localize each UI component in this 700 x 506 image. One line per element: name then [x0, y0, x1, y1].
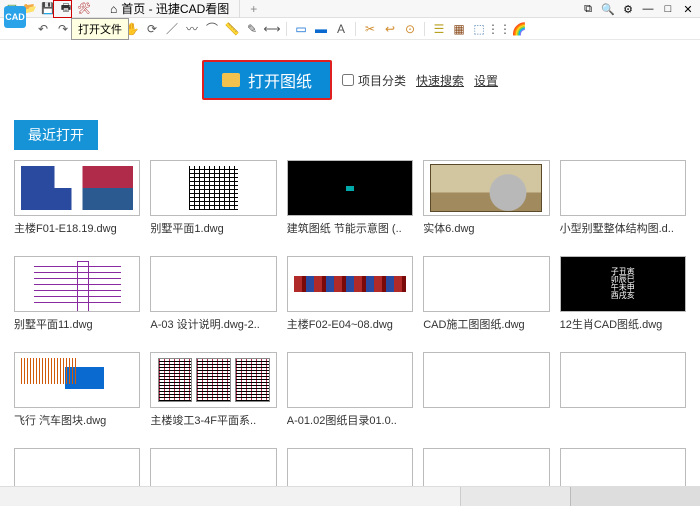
file-name: 别墅平面11.dwg [14, 316, 140, 332]
status-segment [460, 487, 570, 506]
file-name: A-03 设计说明.dwg-2.. [150, 316, 276, 332]
project-category-input[interactable] [342, 74, 354, 86]
file-thumbnail [14, 256, 140, 312]
rotate-icon[interactable]: ⟳ [143, 20, 161, 38]
file-card[interactable]: 小型别墅整体结构图.d.. [560, 160, 686, 250]
file-thumbnail [287, 160, 413, 216]
tab-add-button[interactable]: + [242, 2, 265, 16]
file-card[interactable]: A-03 设计说明.dwg-2.. [150, 256, 276, 346]
gear-icon[interactable]: ⚙ [620, 1, 636, 17]
app-logo: CAD [4, 6, 26, 28]
status-bar [0, 486, 700, 506]
separator [355, 22, 356, 36]
open-drawing-label: 打开图纸 [248, 68, 312, 92]
project-category-label: 项目分类 [358, 72, 406, 89]
file-card[interactable]: 飞行 汽车图块.dwg [14, 352, 140, 442]
home-icon: ⌂ [110, 2, 117, 16]
file-thumbnail [287, 256, 413, 312]
measure-icon[interactable]: 📏 [223, 20, 241, 38]
color-wheel-icon[interactable]: 🌈 [510, 20, 528, 38]
file-name: 飞行 汽车图块.dwg [14, 412, 140, 428]
folder-icon [222, 73, 240, 87]
file-thumbnail [14, 352, 140, 408]
tab-label: 首页 - 迅捷CAD看图 [121, 0, 229, 17]
redo-icon[interactable]: ↷ [54, 20, 72, 38]
open-drawing-button[interactable]: 打开图纸 [202, 60, 332, 100]
separator [424, 22, 425, 36]
file-card[interactable]: CAD施工图图纸.dwg [423, 256, 549, 346]
recent-open-tab[interactable]: 最近打开 [14, 120, 98, 150]
file-thumbnail [150, 352, 276, 408]
tab-home[interactable]: ⌂ 首页 - 迅捷CAD看图 [104, 0, 240, 18]
file-name: 建筑图纸 节能示意图 (.. [287, 220, 413, 236]
draw-tools-icon[interactable]: 🛠 [76, 1, 92, 17]
print-icon[interactable]: 🖶 [58, 1, 74, 17]
content-area: 打开图纸 项目分类 快速搜索 设置 最近打开 主楼F01-E18.19.dwg 别… [0, 42, 700, 506]
3d-icon[interactable]: ⬚ [470, 20, 488, 38]
quick-search-link[interactable]: 快速搜索 [416, 72, 464, 89]
file-name: CAD施工图图纸.dwg [423, 316, 549, 332]
file-name: 实体6.dwg [423, 220, 549, 236]
file-thumbnail [423, 160, 549, 216]
file-card[interactable]: 子丑寅 卯辰巳 午未申 酉戌亥 12生肖CAD图纸.dwg [560, 256, 686, 346]
file-name: 主楼F02-E04~08.dwg [287, 316, 413, 332]
file-name: 主楼F01-E18.19.dwg [14, 220, 140, 236]
file-thumbnail [560, 352, 686, 408]
file-thumbnail [150, 160, 276, 216]
file-thumbnail [287, 352, 413, 408]
titlebar: ▤ 📂 💾 🖶 🛠 ⌂ 首页 - 迅捷CAD看图 + ⧉ 🔍 ⚙ — □ ✕ [0, 0, 700, 18]
tooltip-open-file: 打开文件 [71, 18, 129, 40]
file-card[interactable] [560, 352, 686, 442]
file-thumbnail [560, 160, 686, 216]
file-card[interactable]: A-01.02图纸目录01.0.. [287, 352, 413, 442]
action-row: 打开图纸 项目分类 快速搜索 设置 [0, 42, 700, 112]
maximize-button[interactable]: □ [660, 1, 676, 17]
dimension-icon[interactable]: ⟷ [263, 20, 281, 38]
file-card[interactable]: 实体6.dwg [423, 160, 549, 250]
file-card[interactable]: 别墅平面1.dwg [150, 160, 276, 250]
extend-icon[interactable]: ↩ [381, 20, 399, 38]
file-name: 别墅平面1.dwg [150, 220, 276, 236]
rect-icon[interactable]: ▭ [292, 20, 310, 38]
file-grid: 主楼F01-E18.19.dwg 别墅平面1.dwg 建筑图纸 节能示意图 (.. 实… [14, 160, 686, 476]
file-name: A-01.02图纸目录01.0.. [287, 412, 413, 428]
arc-icon[interactable]: ⌒ [203, 20, 221, 38]
minimize-button[interactable]: — [640, 1, 656, 17]
trim-icon[interactable]: ✂ [361, 20, 379, 38]
text-icon[interactable]: A [332, 20, 350, 38]
polyline-icon[interactable]: 〰 [183, 20, 201, 38]
file-card[interactable]: 主楼F01-E18.19.dwg [14, 160, 140, 250]
file-card[interactable]: 别墅平面11.dwg [14, 256, 140, 346]
hatch-icon[interactable]: ⋮⋮ [490, 20, 508, 38]
file-name: 小型别墅整体结构图.d.. [560, 220, 686, 236]
edit-icon[interactable]: ✎ [243, 20, 261, 38]
block-icon[interactable]: ▦ [450, 20, 468, 38]
window-split-icon[interactable]: ⧉ [580, 1, 596, 17]
project-category-checkbox[interactable]: 项目分类 [342, 72, 406, 89]
file-thumbnail [150, 256, 276, 312]
separator [286, 22, 287, 36]
undo-icon[interactable]: ↶ [34, 20, 52, 38]
file-card[interactable]: 建筑图纸 节能示意图 (.. [287, 160, 413, 250]
file-thumbnail [14, 160, 140, 216]
file-card[interactable] [423, 352, 549, 442]
file-thumbnail [423, 352, 549, 408]
file-name: 主楼竣工3-4F平面系.. [150, 412, 276, 428]
save-icon[interactable]: 💾 [40, 1, 56, 17]
line-icon[interactable]: ／ [163, 20, 181, 38]
layer-icon[interactable]: ☰ [430, 20, 448, 38]
offset-icon[interactable]: ⊙ [401, 20, 419, 38]
zoom-icon[interactable]: 🔍 [600, 1, 616, 17]
file-thumbnail: 子丑寅 卯辰巳 午未申 酉戌亥 [560, 256, 686, 312]
status-segment-2 [570, 487, 700, 506]
file-card[interactable]: 主楼竣工3-4F平面系.. [150, 352, 276, 442]
file-thumbnail [423, 256, 549, 312]
settings-link[interactable]: 设置 [474, 72, 498, 89]
file-card[interactable]: 主楼F02-E04~08.dwg [287, 256, 413, 346]
close-button[interactable]: ✕ [680, 1, 696, 17]
file-name: 12生肖CAD图纸.dwg [560, 316, 686, 332]
fill-rect-icon[interactable]: ▬ [312, 20, 330, 38]
